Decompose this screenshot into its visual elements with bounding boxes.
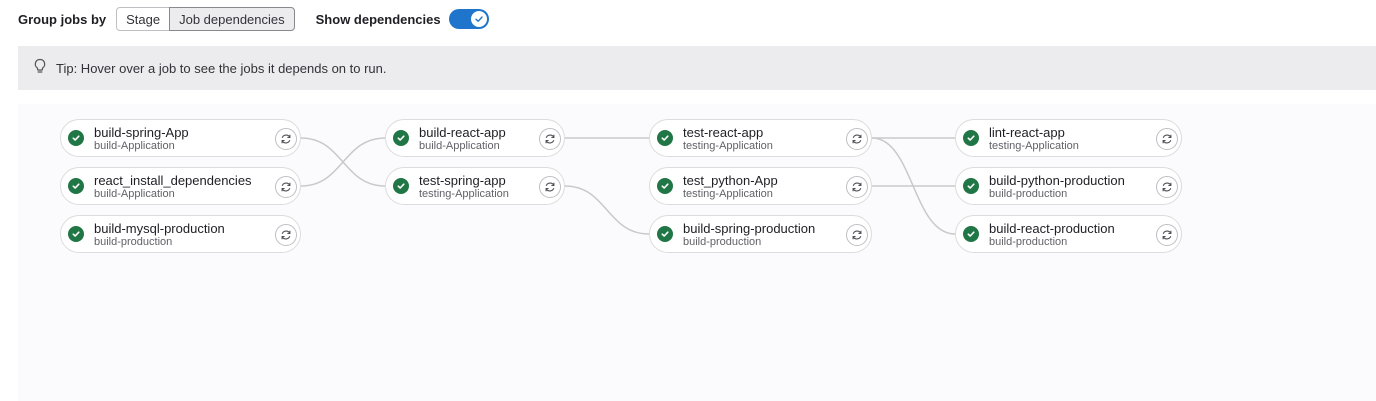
tip-text: Tip: Hover over a job to see the jobs it…: [56, 60, 387, 76]
retry-icon[interactable]: [1156, 128, 1178, 150]
retry-icon[interactable]: [846, 176, 868, 198]
retry-icon[interactable]: [1156, 176, 1178, 198]
group-by-job-dependencies-button[interactable]: Job dependencies: [169, 7, 295, 31]
job-stage: build-Application: [419, 140, 500, 152]
job-stage: build-production: [94, 236, 173, 248]
retry-icon[interactable]: [846, 224, 868, 246]
job-stage: build-Application: [94, 188, 175, 200]
group-by-stage-button[interactable]: Stage: [116, 7, 171, 31]
check-circle-icon: [657, 178, 673, 194]
job-name: react_install_dependencies: [94, 173, 252, 188]
group-by-segmented-control: Stage Job dependencies: [116, 7, 295, 31]
job-name: build-react-app: [419, 125, 506, 140]
job-build-python-production[interactable]: build-python-production build-production: [955, 167, 1182, 205]
check-circle-icon: [393, 178, 409, 194]
retry-icon[interactable]: [539, 176, 561, 198]
tip-alert: Tip: Hover over a job to see the jobs it…: [18, 46, 1376, 90]
retry-icon[interactable]: [846, 128, 868, 150]
job-name: build-mysql-production: [94, 221, 225, 236]
job-stage: build-Application: [94, 140, 175, 152]
check-circle-icon: [963, 226, 979, 242]
lightbulb-icon: [33, 58, 47, 79]
graph-toolbar: Group jobs by Stage Job dependencies Sho…: [18, 6, 489, 32]
retry-icon[interactable]: [275, 176, 297, 198]
job-react-install-dependencies[interactable]: react_install_dependencies build-Applica…: [60, 167, 301, 205]
check-circle-icon: [393, 130, 409, 146]
retry-icon[interactable]: [539, 128, 561, 150]
job-test-python-app[interactable]: test_python-App testing-Application: [649, 167, 872, 205]
job-stage: testing-Application: [683, 188, 773, 200]
job-name: test_python-App: [683, 173, 778, 188]
job-build-spring-production[interactable]: build-spring-production build-production: [649, 215, 872, 253]
job-stage: testing-Application: [683, 140, 773, 152]
job-stage: build-production: [989, 188, 1068, 200]
job-stage: build-production: [683, 236, 762, 248]
retry-icon[interactable]: [275, 128, 297, 150]
job-stage: testing-Application: [419, 188, 509, 200]
show-dependencies-toggle[interactable]: [448, 9, 489, 29]
job-build-spring-app[interactable]: build-spring-App build-Application: [60, 119, 301, 157]
check-circle-icon: [68, 178, 84, 194]
check-circle-icon: [657, 130, 673, 146]
check-circle-icon: [68, 130, 84, 146]
job-build-react-production[interactable]: build-react-production build-production: [955, 215, 1182, 253]
group-jobs-by-label: Group jobs by: [18, 11, 107, 27]
job-name: build-react-production: [989, 221, 1115, 236]
job-test-spring-app[interactable]: test-spring-app testing-Application: [385, 167, 565, 205]
check-circle-icon: [963, 130, 979, 146]
job-name: test-react-app: [683, 125, 764, 140]
job-name: build-python-production: [989, 173, 1125, 188]
job-test-react-app[interactable]: test-react-app testing-Application: [649, 119, 872, 157]
show-dependencies-label: Show dependencies: [315, 11, 441, 27]
check-circle-icon: [963, 178, 979, 194]
job-stage: testing-Application: [989, 140, 1079, 152]
job-lint-react-app[interactable]: lint-react-app testing-Application: [955, 119, 1182, 157]
job-build-react-app[interactable]: build-react-app build-Application: [385, 119, 565, 157]
toggle-check-icon: [470, 11, 487, 27]
job-name: build-spring-App: [94, 125, 189, 140]
job-build-mysql-production[interactable]: build-mysql-production build-production: [60, 215, 301, 253]
check-circle-icon: [657, 226, 673, 242]
job-name: lint-react-app: [989, 125, 1065, 140]
job-stage: build-production: [989, 236, 1068, 248]
job-name: test-spring-app: [419, 173, 506, 188]
check-circle-icon: [68, 226, 84, 242]
retry-icon[interactable]: [1156, 224, 1178, 246]
retry-icon[interactable]: [275, 224, 297, 246]
job-name: build-spring-production: [683, 221, 816, 236]
